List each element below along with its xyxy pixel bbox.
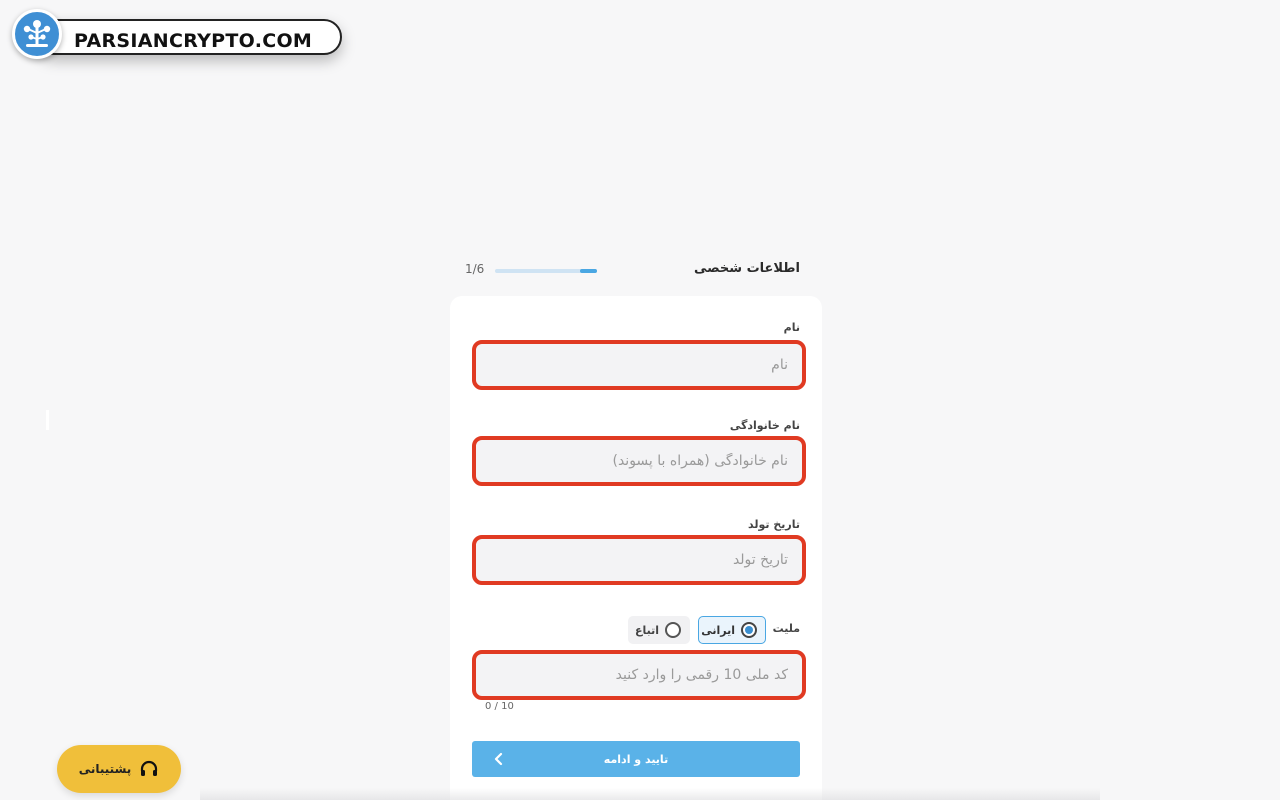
last-name-input[interactable]	[476, 440, 802, 482]
tree-logo-icon	[12, 9, 62, 59]
nationality-option-iranian[interactable]: ایرانی	[698, 616, 766, 644]
first-name-label: نام	[783, 321, 800, 334]
character-counter: 0 / 10	[485, 701, 514, 712]
headset-icon	[141, 760, 158, 776]
chevron-left-icon	[494, 752, 503, 766]
step-progress-fill	[579, 269, 597, 273]
first-name-field-box	[472, 340, 806, 390]
national-code-field-box	[472, 650, 806, 700]
first-name-input[interactable]	[476, 344, 802, 386]
page-title: اطلاعات شخصی	[693, 261, 800, 276]
nationality-option-foreign[interactable]: اتباع	[628, 616, 690, 644]
nationality-label: ملیت	[772, 622, 800, 635]
birth-date-field-box	[472, 535, 806, 585]
edge-mark	[46, 410, 49, 430]
step-progress-bar	[495, 269, 597, 273]
birth-date-label: تاریخ تولد	[748, 518, 800, 531]
confirm-continue-label: تایید و ادامه	[603, 752, 669, 766]
step-counter: 1/6	[465, 262, 485, 276]
support-button[interactable]: پشتیبانی	[57, 745, 181, 793]
nationality-option-label: اتباع	[634, 623, 659, 637]
bottom-shadow	[200, 788, 1100, 800]
last-name-label: نام خانوادگی	[729, 419, 800, 432]
watermark-pill: PARSIANCRYPTO.COM	[36, 19, 342, 55]
nationality-row: ملیت ایرانی اتباع	[466, 614, 800, 644]
last-name-field-box	[472, 436, 806, 486]
birth-date-input[interactable]	[476, 539, 802, 581]
support-label: پشتیبانی	[78, 762, 132, 776]
nationality-option-label: ایرانی	[701, 623, 735, 637]
confirm-continue-button[interactable]: تایید و ادامه	[472, 741, 800, 777]
personal-info-form: نام نام خانوادگی تاریخ تولد ملیت ایرانی …	[450, 296, 822, 800]
national-code-input[interactable]	[476, 654, 802, 696]
radio-unselected-icon	[665, 622, 681, 638]
watermark-text: PARSIANCRYPTO.COM	[74, 30, 313, 52]
radio-selected-icon	[741, 622, 757, 638]
step-header: اطلاعات شخصی 1/6	[452, 256, 802, 284]
watermark-logo: PARSIANCRYPTO.COM	[12, 9, 342, 59]
